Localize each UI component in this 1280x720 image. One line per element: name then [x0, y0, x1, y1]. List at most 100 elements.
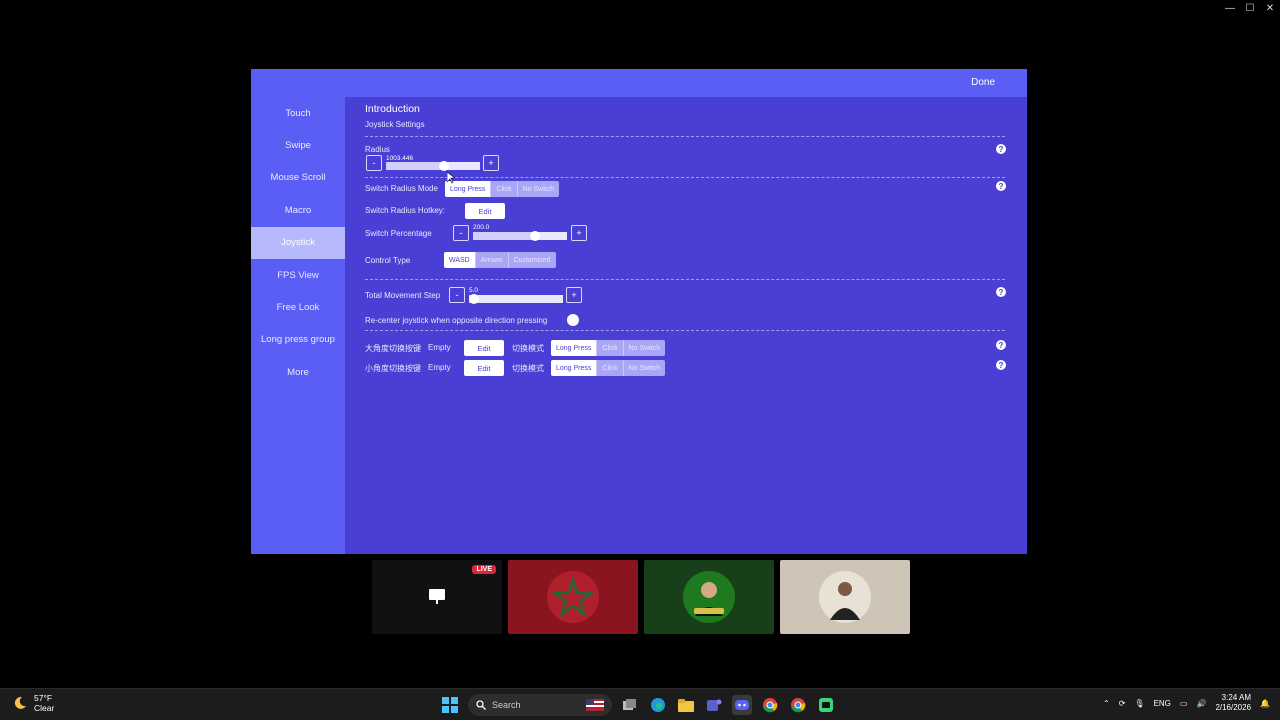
option-no-switch[interactable]: No Switch — [516, 181, 560, 197]
movement-step-decrease-button[interactable]: - — [449, 287, 465, 303]
us-flag-icon — [586, 699, 604, 711]
content-area: Introduction Joystick Settings Radius ? … — [345, 97, 1027, 554]
maximize-icon[interactable]: ☐ — [1240, 0, 1260, 16]
sidebar-item-swipe[interactable]: Swipe — [251, 129, 345, 161]
discord-icon[interactable] — [732, 695, 752, 715]
sidebar-item-more[interactable]: More — [251, 356, 345, 388]
taskbar: 57°F Clear Search ⌃ ⟳ 🎙 ENG ▭ 🔊 3:24 AM … — [0, 688, 1280, 720]
search-placeholder: Search — [492, 700, 521, 710]
option-arrows[interactable]: Arrows — [474, 252, 508, 268]
clock[interactable]: 3:24 AM 2/16/2026 — [1215, 693, 1251, 714]
weather-description: Clear — [34, 703, 55, 714]
recenter-toggle[interactable] — [567, 314, 587, 326]
total-movement-step-label: Total Movement Step — [365, 291, 441, 300]
clock-time: 3:24 AM — [1221, 693, 1252, 702]
radius-slider-fill — [386, 162, 444, 170]
mouse-cursor-icon — [447, 172, 455, 184]
windows-start-icon[interactable] — [440, 695, 460, 715]
radius-decrease-button[interactable]: - — [366, 155, 382, 171]
file-explorer-icon[interactable] — [676, 695, 696, 715]
switch-radius-mode-label: Switch Radius Mode — [365, 184, 438, 193]
movement-step-slider[interactable] — [469, 294, 563, 304]
option-long-press[interactable]: Long Press — [551, 360, 597, 376]
language-indicator[interactable]: ENG — [1154, 699, 1171, 708]
notification-icon[interactable]: 🔔 — [1260, 699, 1270, 708]
movement-step-value: 5.0 — [469, 287, 479, 294]
help-icon[interactable]: ? — [996, 360, 1006, 370]
window-controls: — ☐ ✕ — [1220, 0, 1280, 16]
teams-icon[interactable] — [704, 695, 724, 715]
stream-thumbnail-person[interactable] — [644, 560, 774, 634]
movement-step-increase-button[interactable]: + — [566, 287, 582, 303]
sync-icon[interactable]: ⟳ — [1119, 699, 1126, 708]
chrome-icon[interactable] — [760, 695, 780, 715]
big-angle-mode-selector: Long Press Click No Switch — [551, 340, 666, 356]
taskbar-search[interactable]: Search — [468, 694, 612, 716]
search-icon — [476, 700, 486, 710]
sidebar: Touch Swipe Mouse Scroll Macro Joystick … — [251, 97, 345, 554]
help-icon[interactable]: ? — [996, 144, 1006, 154]
done-button[interactable]: Done — [971, 77, 995, 88]
stream-thumbnail-camera[interactable] — [780, 560, 910, 634]
switch-radius-mode-selector: Long Press Click No Switch — [445, 181, 560, 197]
percentage-value: 200.0 — [473, 224, 490, 231]
option-customized[interactable]: Customized — [507, 252, 556, 268]
option-click[interactable]: Click — [490, 181, 516, 197]
edge-icon[interactable] — [648, 695, 668, 715]
radius-slider-knob[interactable] — [439, 161, 449, 171]
option-no-switch[interactable]: No Switch — [622, 340, 666, 356]
divider — [365, 177, 1005, 178]
hotkey-edit-button[interactable]: Edit — [465, 203, 505, 219]
top-bar: Done — [251, 69, 1027, 97]
percentage-increase-button[interactable]: + — [571, 225, 587, 241]
microphone-icon[interactable]: 🎙 — [1134, 699, 1144, 708]
small-angle-edit-button[interactable]: Edit — [464, 360, 504, 376]
option-click[interactable]: Click — [596, 360, 622, 376]
radius-increase-button[interactable]: + — [483, 155, 499, 171]
percentage-slider[interactable] — [473, 231, 567, 241]
avatar — [683, 571, 735, 623]
chrome-icon[interactable] — [788, 695, 808, 715]
movement-step-slider-knob[interactable] — [469, 294, 479, 304]
divider — [365, 279, 1005, 280]
option-click[interactable]: Click — [596, 340, 622, 356]
sidebar-item-macro[interactable]: Macro — [251, 194, 345, 226]
sidebar-item-touch[interactable]: Touch — [251, 97, 345, 129]
sidebar-item-mouse-scroll[interactable]: Mouse Scroll — [251, 162, 345, 194]
sidebar-item-joystick[interactable]: Joystick — [251, 226, 345, 259]
option-no-switch[interactable]: No Switch — [622, 360, 666, 376]
moon-icon — [14, 697, 26, 710]
stream-thumbnail-morocco[interactable] — [508, 560, 638, 634]
option-wasd[interactable]: WASD — [444, 252, 475, 268]
recenter-label: Re-center joystick when opposite directi… — [365, 316, 548, 325]
radius-slider[interactable] — [386, 161, 480, 171]
stream-thumbnail-screen[interactable]: LIVE — [372, 560, 502, 634]
divider — [365, 136, 1005, 137]
close-icon[interactable]: ✕ — [1260, 0, 1280, 16]
help-icon[interactable]: ? — [996, 287, 1006, 297]
percentage-slider-knob[interactable] — [530, 231, 540, 241]
small-angle-mode-label: 切换模式 — [512, 364, 544, 373]
chevron-up-icon[interactable]: ⌃ — [1103, 699, 1110, 708]
task-view-icon[interactable] — [620, 695, 640, 715]
volume-icon[interactable]: 🔊 — [1196, 699, 1206, 708]
section-title: Joystick Settings — [365, 120, 425, 129]
stream-thumbnails: LIVE — [372, 560, 910, 634]
intro-title[interactable]: Introduction — [365, 103, 420, 115]
big-angle-edit-button[interactable]: Edit — [464, 340, 504, 356]
percentage-decrease-button[interactable]: - — [453, 225, 469, 241]
taskbar-apps: Search — [440, 694, 836, 716]
big-angle-mode-label: 切换模式 — [512, 344, 544, 353]
help-icon[interactable]: ? — [996, 340, 1006, 350]
sidebar-item-free-look[interactable]: Free Look — [251, 291, 345, 323]
clock-date: 2/16/2026 — [1215, 703, 1252, 713]
app-icon[interactable] — [816, 695, 836, 715]
network-icon[interactable]: ▭ — [1180, 699, 1188, 708]
minimize-icon[interactable]: — — [1220, 0, 1240, 16]
sidebar-item-long-press-group[interactable]: Long press group — [251, 324, 345, 356]
sidebar-item-fps-view[interactable]: FPS View — [251, 259, 345, 291]
big-angle-value: Empty — [428, 343, 451, 352]
help-icon[interactable]: ? — [996, 181, 1006, 191]
weather-widget[interactable]: 57°F Clear — [12, 693, 54, 713]
option-long-press[interactable]: Long Press — [551, 340, 597, 356]
